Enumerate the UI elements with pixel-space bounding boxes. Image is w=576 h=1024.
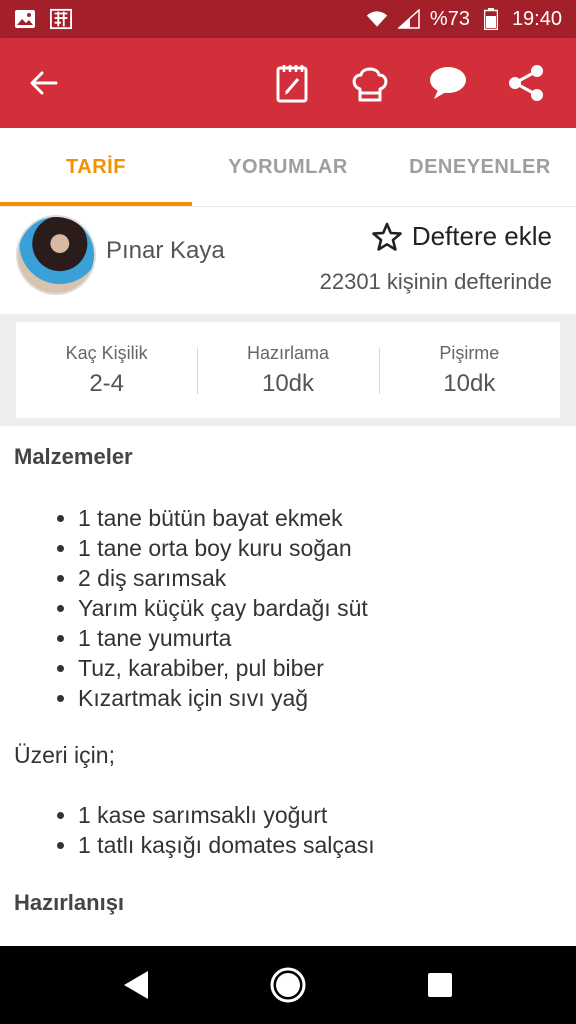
prep-time-value: 10dk	[261, 369, 315, 397]
arrow-back-icon	[30, 71, 58, 95]
circle-home-icon	[270, 967, 306, 1003]
list-item: Tuz, karabiber, pul biber	[78, 653, 562, 683]
notebook-count: 22301 kişinin defterinde	[319, 269, 552, 294]
share-icon	[509, 65, 543, 101]
system-nav-bar	[0, 946, 576, 1024]
ingredients-list: 1 tane bütün bayat ekmek 1 tane orta boy…	[14, 503, 562, 713]
list-item: Kızartmak için sıvı yağ	[78, 683, 562, 713]
list-item: 1 kase sarımsaklı yoğurt	[78, 800, 562, 830]
author-name[interactable]: Pınar Kaya	[106, 237, 225, 265]
list-item: 1 tane orta boy kuru soğan	[78, 533, 562, 563]
prep-time-cell: Hazırlama 10dk	[197, 322, 378, 418]
prep-time-label: Hazırlama	[246, 342, 329, 363]
nav-recents-button[interactable]	[408, 953, 472, 1017]
tab-comments[interactable]: YORUMLAR	[192, 128, 384, 206]
square-recents-icon	[428, 973, 452, 997]
cook-time-label: Pişirme	[439, 342, 500, 363]
app-notification-icon	[50, 8, 72, 30]
list-item: 1 tane yumurta	[78, 623, 562, 653]
preparation-title: Hazırlanışı	[14, 890, 125, 915]
notebook-icon	[276, 65, 308, 103]
tab-recipe[interactable]: TARİF	[0, 128, 192, 206]
list-item: 1 tane bütün bayat ekmek	[78, 503, 562, 533]
ingredients-title: Malzemeler	[14, 444, 133, 469]
list-item: 2 diş sarımsak	[78, 563, 562, 593]
image-icon	[14, 8, 36, 30]
clock: 19:40	[511, 7, 562, 30]
cook-time-value: 10dk	[443, 369, 496, 397]
servings-label: Kaç Kişilik	[65, 342, 148, 363]
share-button[interactable]	[494, 51, 558, 115]
author-row: Pınar Kaya Deftere ekle 22301 kişinin de…	[0, 206, 576, 314]
add-to-notebook-button[interactable]: Deftere ekle	[372, 221, 552, 252]
topping-title: Üzeri için;	[14, 742, 115, 768]
cook-time-cell: Pişirme 10dk	[378, 322, 560, 418]
servings-value: 2-4	[89, 369, 124, 397]
chef-hat-icon	[352, 67, 388, 102]
status-bar: %73 19:40	[0, 0, 576, 38]
back-button[interactable]	[16, 55, 72, 111]
topping-list: 1 kase sarımsaklı yoğurt 1 tatlı kaşığı …	[14, 800, 562, 860]
signal-icon	[397, 8, 420, 30]
tab-bar: TARİF YORUMLAR DENEYENLER	[0, 128, 576, 206]
triangle-back-icon	[124, 971, 148, 999]
recipe-info-area: Kaç Kişilik 2-4 Hazırlama 10dk Pişirme 1…	[0, 314, 576, 426]
comment-icon	[430, 67, 466, 99]
comments-button[interactable]	[416, 51, 480, 115]
app-bar	[0, 38, 576, 128]
list-item: 1 tatlı kaşığı domates salçası	[78, 830, 562, 860]
add-to-notebook-label: Deftere ekle	[411, 221, 552, 251]
star-outline-icon	[372, 222, 402, 251]
nav-home-button[interactable]	[256, 953, 320, 1017]
avatar[interactable]	[16, 215, 96, 295]
notebook-button[interactable]	[260, 51, 324, 115]
battery-percent: %73	[429, 7, 470, 30]
tab-triers[interactable]: DENEYENLER	[384, 128, 576, 206]
chef-button[interactable]	[338, 51, 402, 115]
battery-icon	[480, 8, 502, 30]
list-item: Yarım küçük çay bardağı süt	[78, 593, 562, 623]
nav-back-button[interactable]	[104, 953, 168, 1017]
recipe-info-card: Kaç Kişilik 2-4 Hazırlama 10dk Pişirme 1…	[16, 322, 560, 418]
wifi-icon	[366, 8, 388, 30]
servings-cell: Kaç Kişilik 2-4	[16, 322, 197, 418]
recipe-content[interactable]: Malzemeler 1 tane bütün bayat ekmek 1 ta…	[0, 426, 576, 946]
